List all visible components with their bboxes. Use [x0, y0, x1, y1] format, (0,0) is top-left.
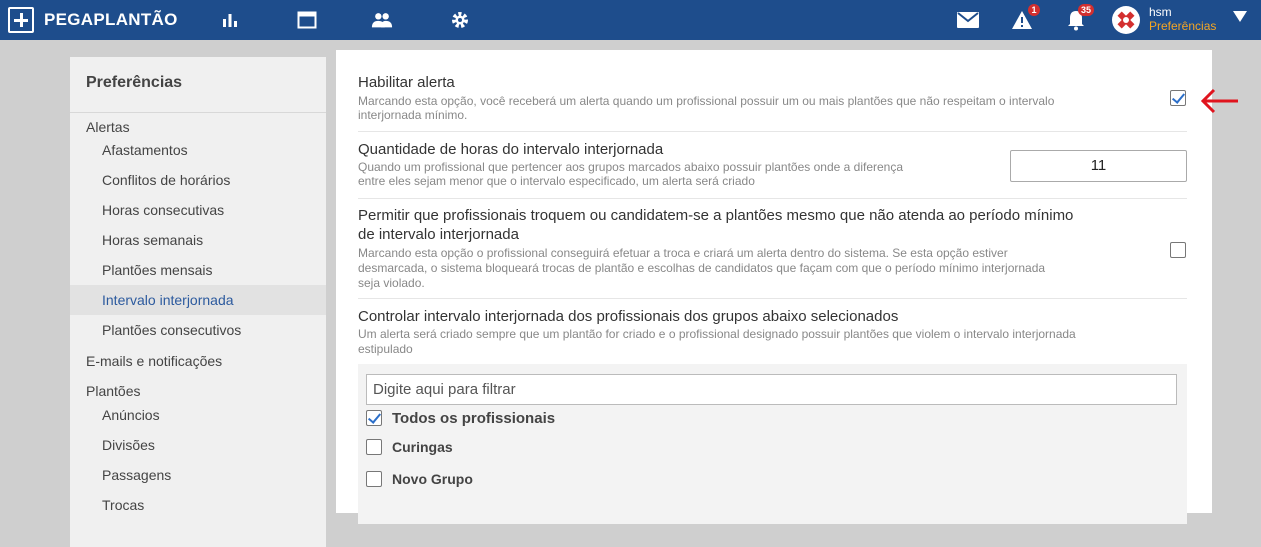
sidebar-item-conflitos-de-horarios[interactable]: Conflitos de horários	[70, 165, 326, 195]
chevron-down-icon[interactable]	[1233, 11, 1247, 22]
group-item-all[interactable]: Todos os profissionais	[366, 409, 555, 427]
sidebar-item-plantoes-consecutivos[interactable]: Plantões consecutivos	[70, 315, 326, 345]
alert-count-badge: 1	[1028, 4, 1040, 16]
user-preferences-link[interactable]: Preferências	[1149, 19, 1216, 33]
hours-desc-2: entre eles sejam menor que o intervalo e…	[358, 174, 755, 188]
sidebar-item-divisoes[interactable]: Divisões	[70, 430, 326, 460]
plus-logo-icon	[8, 7, 34, 33]
mail-icon[interactable]	[956, 8, 980, 32]
hours-input[interactable]: 11	[1010, 150, 1187, 182]
group-selector: Digite aqui para filtrar Todos os profis…	[358, 364, 1187, 524]
group-label: Curingas	[392, 439, 453, 455]
brand-name: PEGAPLANTÃO	[44, 10, 178, 29]
window-icon[interactable]	[296, 9, 318, 31]
allow-swap-desc-2: desmarcada, o sistema bloqueará trocas d…	[358, 261, 1046, 275]
enable-alert-title: Habilitar alerta	[358, 74, 455, 91]
divider	[358, 298, 1187, 299]
group-item-novo-grupo[interactable]: Novo Grupo	[366, 470, 473, 488]
hours-title: Quantidade de horas do intervalo interjo…	[358, 141, 664, 158]
filter-input[interactable]: Digite aqui para filtrar	[366, 374, 1177, 405]
avatar[interactable]	[1112, 6, 1140, 34]
alert-icon[interactable]: 1	[1010, 4, 1040, 32]
allow-swap-desc-1: Marcando esta opção o profissional conse…	[358, 246, 1008, 260]
sidebar-item-trocas[interactable]: Trocas	[70, 490, 326, 520]
preferences-sidebar: Preferências Alertas Afastamentos Conflito…	[70, 57, 326, 547]
bar-chart-icon[interactable]	[219, 9, 241, 31]
allow-swap-checkbox[interactable]	[1170, 242, 1186, 258]
control-title: Controlar intervalo interjornada dos pro…	[358, 308, 899, 325]
notification-count-badge: 35	[1077, 4, 1094, 16]
red-arrow-icon	[1200, 88, 1238, 114]
sidebar-title: Preferências	[86, 74, 183, 91]
divider	[358, 131, 1187, 132]
sidebar-item-horas-semanais[interactable]: Horas semanais	[70, 225, 326, 255]
sidebar-item-plantoes-mensais[interactable]: Plantões mensais	[70, 255, 326, 285]
group-item-curingas[interactable]: Curingas	[366, 438, 453, 456]
group-checkbox-novo-grupo[interactable]	[366, 471, 382, 487]
allow-swap-desc-3: seja violado.	[358, 276, 425, 290]
sidebar-item-horas-consecutivas[interactable]: Horas consecutivas	[70, 195, 326, 225]
control-desc-2: estipulado	[358, 342, 413, 356]
people-icon[interactable]	[371, 9, 393, 31]
group-label: Novo Grupo	[392, 471, 473, 487]
bell-icon[interactable]: 35	[1064, 4, 1094, 32]
sidebar-item-afastamentos[interactable]: Afastamentos	[70, 135, 326, 165]
allow-swap-title-2: de intervalo interjornada	[358, 226, 519, 243]
sidebar-item-intervalo-interjornada[interactable]: Intervalo interjornada	[70, 285, 326, 315]
group-checkbox-curingas[interactable]	[366, 439, 382, 455]
brand-logo[interactable]: PEGAPLANTÃO	[8, 7, 178, 33]
gear-icon[interactable]	[449, 9, 471, 31]
sidebar-item-passagens[interactable]: Passagens	[70, 460, 326, 490]
control-desc-1: Um alerta será criado sempre que um plan…	[358, 327, 1076, 341]
group-label: Todos os profissionais	[392, 409, 556, 427]
enable-alert-desc-1: Marcando esta opção, você receberá um al…	[358, 94, 1055, 108]
group-checkbox-all[interactable]	[366, 410, 382, 426]
divider	[358, 198, 1187, 199]
sidebar-item-e-mails-e-notificacoes[interactable]: E-mails e notificações	[70, 346, 326, 376]
hours-desc-1: Quando um profissional que pertencer aos…	[358, 160, 904, 174]
sidebar-item-anuncios[interactable]: Anúncios	[70, 400, 326, 430]
settings-panel: Habilitar alerta Marcando esta opção, vo…	[336, 50, 1212, 524]
top-navbar: PEGAPLANTÃO 1 35 hsm Preferências	[0, 0, 1261, 40]
user-name[interactable]: hsm	[1149, 5, 1172, 19]
enable-alert-desc-2: interjornada mínimo.	[358, 108, 468, 122]
allow-swap-title-1: Permitir que profissionais troquem ou ca…	[358, 207, 1074, 224]
enable-alert-checkbox[interactable]	[1170, 90, 1186, 106]
